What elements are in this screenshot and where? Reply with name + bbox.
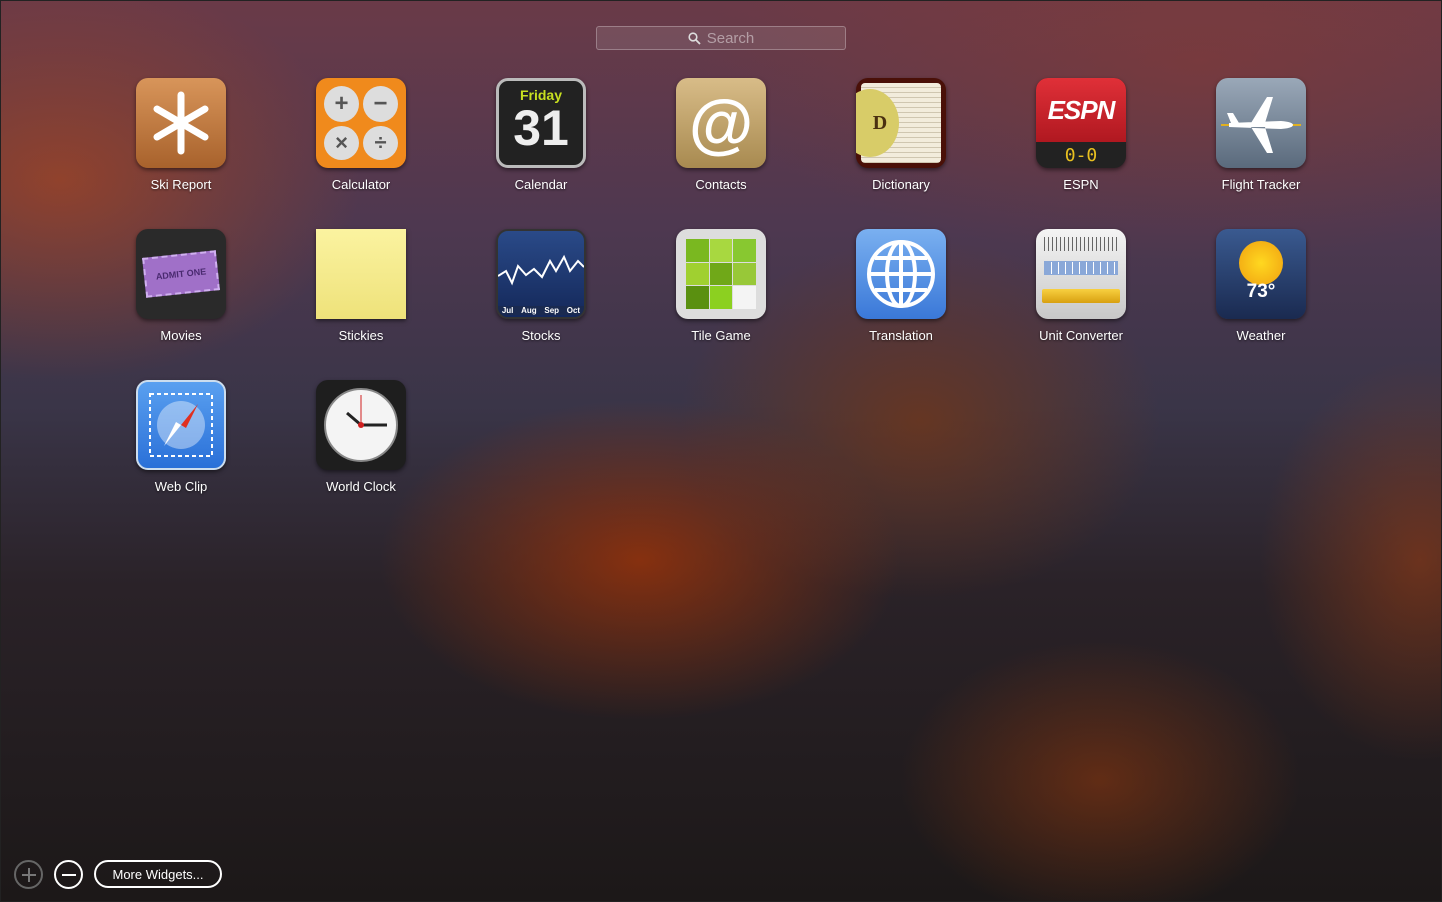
widget-label: Web Clip <box>154 479 208 494</box>
magnifier-icon <box>688 31 701 45</box>
widget-translation[interactable]: Translation <box>816 229 986 343</box>
widget-label: Stickies <box>338 328 384 343</box>
minus-icon <box>61 873 76 876</box>
widget-label: Contacts <box>695 177 747 192</box>
widget-label: Calendar <box>514 177 568 192</box>
widget-label: ESPN <box>1063 177 1099 192</box>
widget-dictionary[interactable]: D Dictionary <box>816 78 986 192</box>
espn-logo: ESPN <box>1036 78 1126 142</box>
espn-icon: ESPN 0-0 <box>1036 78 1126 168</box>
widget-movies[interactable]: ADMIT ONE Movies <box>96 229 266 343</box>
widget-weather[interactable]: 73° Weather <box>1176 229 1346 343</box>
stock-chart-icon: Jul Aug Sep Oct <box>496 229 586 319</box>
ruler-icon <box>1036 229 1126 319</box>
tile-grid-icon <box>676 229 766 319</box>
dictionary-icon: D <box>856 78 946 168</box>
plus-key: + <box>324 86 359 122</box>
plus-icon <box>21 867 36 882</box>
month-label: Sep <box>544 306 560 315</box>
month-label: Jul <box>501 306 514 315</box>
widget-calculator[interactable]: + − × ÷ Calculator <box>276 78 446 192</box>
widget-espn[interactable]: ESPN 0-0 ESPN <box>996 78 1166 192</box>
calendar-date: 31 <box>513 100 569 156</box>
widget-flight-tracker[interactable]: Flight Tracker <box>1176 78 1346 192</box>
month-label: Aug <box>521 306 537 315</box>
calculator-icon: + − × ÷ <box>316 78 406 168</box>
widget-contacts[interactable]: @ Contacts <box>636 78 806 192</box>
widget-label: Stocks <box>521 328 561 343</box>
calendar-icon: Friday 31 <box>496 78 586 168</box>
remove-widget-button[interactable] <box>54 860 83 889</box>
widget-label: Movies <box>160 328 202 343</box>
widget-label: Ski Report <box>150 177 212 192</box>
sticky-note-icon <box>316 229 406 319</box>
widget-label: Weather <box>1236 328 1286 343</box>
divide-key: ÷ <box>363 126 398 160</box>
snowflake-icon <box>136 78 226 168</box>
clock-icon <box>316 380 406 470</box>
month-label: Oct <box>566 306 581 315</box>
widget-label: Calculator <box>331 177 391 192</box>
globe-icon <box>856 229 946 319</box>
airplane-icon <box>1216 78 1306 168</box>
add-widget-button[interactable] <box>14 860 43 889</box>
widget-world-clock[interactable]: World Clock <box>276 380 446 494</box>
widget-label: Translation <box>869 328 933 343</box>
widget-ski-report[interactable]: Ski Report <box>96 78 266 192</box>
widget-web-clip[interactable]: Web Clip <box>96 380 266 494</box>
widget-stocks[interactable]: Jul Aug Sep Oct Stocks <box>456 229 626 343</box>
widget-label: Flight Tracker <box>1221 177 1301 192</box>
search-field[interactable]: Search <box>596 26 846 50</box>
weather-temp: 73° <box>1246 281 1276 302</box>
widget-label: Tile Game <box>691 328 751 343</box>
more-widgets-button[interactable]: More Widgets... <box>94 860 222 888</box>
search-placeholder: Search <box>706 29 755 47</box>
minus-key: − <box>363 86 398 122</box>
espn-score: 0-0 <box>1064 144 1098 166</box>
widget-label: Dictionary <box>872 177 930 192</box>
widget-label: World Clock <box>326 479 396 494</box>
ticket-icon: ADMIT ONE <box>136 229 226 319</box>
sun-icon: 73° <box>1216 229 1306 319</box>
multiply-key: × <box>324 126 359 160</box>
compass-icon <box>136 380 226 470</box>
ticket-text: ADMIT ONE <box>142 250 220 298</box>
widget-stickies[interactable]: Stickies <box>276 229 446 343</box>
widget-tile-game[interactable]: Tile Game <box>636 229 806 343</box>
widget-label: Unit Converter <box>1039 328 1123 343</box>
widget-unit-converter[interactable]: Unit Converter <box>996 229 1166 343</box>
dictionary-letter: D <box>856 89 899 157</box>
at-sign-icon: @ <box>676 78 766 168</box>
widget-calendar[interactable]: Friday 31 Calendar <box>456 78 626 192</box>
